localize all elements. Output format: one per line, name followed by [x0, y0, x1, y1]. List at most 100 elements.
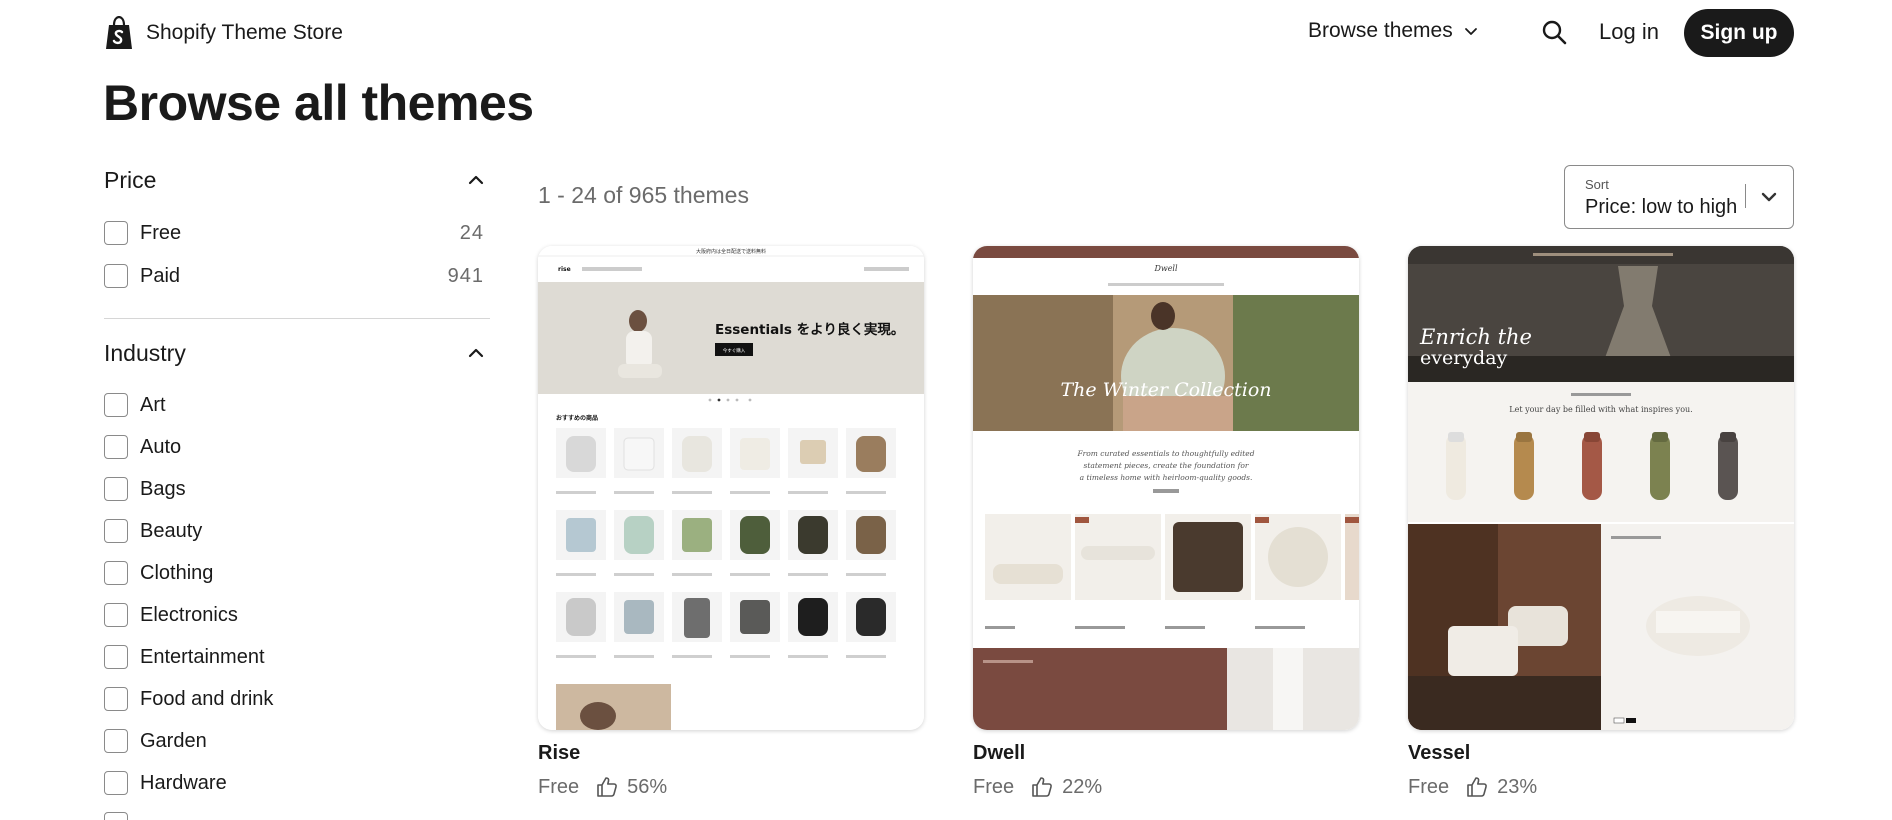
login-link[interactable]: Log in — [1599, 19, 1659, 45]
browse-themes-label: Browse themes — [1308, 19, 1453, 42]
shopify-bag-icon — [106, 16, 132, 49]
theme-meta: Free 23% — [1408, 775, 1794, 799]
chevron-up-icon — [468, 348, 484, 358]
filter-option-entertainment[interactable]: Entertainment — [104, 644, 484, 670]
checkbox[interactable] — [104, 519, 128, 543]
filter-option-label: Clothing — [140, 561, 214, 584]
theme-rating: 22% — [1062, 775, 1103, 798]
filter-option-electronics[interactable]: Electronics — [104, 602, 484, 628]
filter-option-label: Bags — [140, 477, 186, 500]
brand-name: Shopify Theme Store — [146, 21, 343, 44]
checkbox[interactable] — [104, 603, 128, 627]
rise-cta: 今すぐ購入 — [723, 347, 746, 354]
filter-option-garden[interactable]: Garden — [104, 728, 484, 754]
dwell-hero-text: The Winter Collection — [1060, 379, 1271, 401]
theme-name[interactable]: Vessel — [1408, 742, 1794, 765]
chevron-down-icon — [1464, 28, 1477, 35]
vessel-hero-text-2: everyday — [1420, 347, 1508, 369]
theme-card-rise: 大阪府内は全日配送で送料無料 rise Essentials をより良く実現。 … — [538, 246, 924, 799]
theme-name[interactable]: Rise — [538, 742, 924, 765]
rise-section-title: おすすめの商品 — [556, 414, 598, 422]
filter-option-label: Electronics — [140, 603, 238, 626]
browse-themes-menu[interactable]: Browse themes — [1308, 19, 1479, 43]
theme-price: Free — [973, 775, 1015, 798]
checkbox[interactable] — [104, 645, 128, 669]
rise-preview-image: 大阪府内は全日配送で送料無料 rise Essentials をより良く実現。 … — [538, 246, 924, 730]
theme-meta: Free 22% — [973, 775, 1359, 799]
theme-rating: 56% — [627, 775, 668, 798]
theme-preview-vessel[interactable]: Enrich the everyday Let your day be fill… — [1408, 246, 1794, 730]
filter-option-art[interactable]: Art — [104, 392, 484, 418]
theme-card-vessel: Enrich the everyday Let your day be fill… — [1408, 246, 1794, 799]
theme-meta: Free 56% — [538, 775, 924, 799]
filter-option-label: Hardware — [140, 771, 227, 794]
thumbs-up-icon — [597, 777, 618, 797]
filter-option-clothing[interactable]: Clothing — [104, 560, 484, 586]
filter-option-food-and-drink[interactable]: Food and drink — [104, 686, 484, 712]
filter-option-paid[interactable]: Paid 941 — [104, 263, 484, 289]
filter-option-count: 24 — [459, 221, 484, 244]
industry-filter-title: Industry — [104, 339, 186, 366]
sort-select[interactable]: Sort Price: low to high — [1564, 165, 1794, 229]
checkbox[interactable] — [104, 771, 128, 795]
theme-preview-dwell[interactable]: Dwell The Winter Collection From curated… — [973, 246, 1359, 730]
rise-hero-text: Essentials をより良く実現。 — [715, 321, 904, 338]
theme-price: Free — [1408, 775, 1450, 798]
result-count: 1 - 24 of 965 themes — [538, 182, 749, 208]
chevron-up-icon — [468, 175, 484, 185]
signup-button[interactable]: Sign up — [1684, 9, 1794, 57]
sort-separator — [1745, 184, 1746, 208]
dwell-tagline-3: a timeless home with heirloom-quality go… — [1080, 473, 1253, 482]
filter-option-bags[interactable]: Bags — [104, 476, 484, 502]
checkbox[interactable] — [104, 221, 128, 245]
filter-option-label: Art — [140, 393, 166, 416]
filter-divider — [104, 318, 490, 319]
filter-option-partial[interactable] — [104, 812, 484, 820]
checkbox[interactable] — [104, 729, 128, 753]
chevron-down-icon — [1761, 192, 1777, 202]
checkbox[interactable] — [104, 393, 128, 417]
price-filter-toggle[interactable]: Price — [104, 164, 490, 196]
dwell-tagline-2: statement pieces, create the foundation … — [1084, 461, 1249, 470]
checkbox[interactable] — [104, 687, 128, 711]
theme-rating: 23% — [1497, 775, 1538, 798]
industry-filter-toggle[interactable]: Industry — [104, 337, 490, 369]
brand-link[interactable]: Shopify Theme Store — [104, 16, 343, 50]
price-filter-title: Price — [104, 166, 157, 193]
theme-card-dwell: Dwell The Winter Collection From curated… — [973, 246, 1359, 799]
filter-option-label: Garden — [140, 729, 207, 752]
filter-option-label: Auto — [140, 435, 182, 458]
filter-option-label: Beauty — [140, 519, 203, 542]
filter-option-free[interactable]: Free 24 — [104, 220, 484, 246]
search-icon[interactable] — [1540, 18, 1568, 46]
dwell-logo: Dwell — [1153, 264, 1178, 273]
theme-price: Free — [538, 775, 580, 798]
filter-option-count: 941 — [447, 264, 484, 287]
sort-label: Sort — [1585, 177, 1609, 192]
vessel-preview-image: Enrich the everyday Let your day be fill… — [1408, 246, 1794, 730]
checkbox[interactable] — [104, 561, 128, 585]
checkbox[interactable] — [104, 477, 128, 501]
rise-logo: rise — [558, 266, 571, 273]
dwell-tagline-1: From curated essentials to thoughtfully … — [1076, 449, 1254, 458]
filter-option-beauty[interactable]: Beauty — [104, 518, 484, 544]
checkbox[interactable] — [104, 264, 128, 288]
filter-option-label: Free — [140, 221, 182, 244]
filter-option-hardware[interactable]: Hardware — [104, 770, 484, 796]
page-title: Browse all themes — [103, 75, 534, 131]
theme-name[interactable]: Dwell — [973, 742, 1359, 765]
rise-announcement: 大阪府内は全日配送で送料無料 — [696, 248, 766, 255]
checkbox[interactable] — [104, 812, 128, 820]
thumbs-up-icon — [1467, 777, 1488, 797]
filter-option-auto[interactable]: Auto — [104, 434, 484, 460]
vessel-hero-text-1: Enrich the — [1419, 325, 1532, 349]
filter-option-label: Entertainment — [140, 645, 265, 668]
site-header: Shopify Theme Store Browse themes Log in… — [0, 0, 1892, 66]
filter-option-label: Food and drink — [140, 687, 274, 710]
theme-preview-rise[interactable]: 大阪府内は全日配送で送料無料 rise Essentials をより良く実現。 … — [538, 246, 924, 730]
checkbox[interactable] — [104, 435, 128, 459]
thumbs-up-icon — [1032, 777, 1053, 797]
filter-option-label: Paid — [140, 264, 181, 287]
dwell-preview-image: Dwell The Winter Collection From curated… — [973, 246, 1359, 730]
sort-value: Price: low to high — [1585, 196, 1738, 218]
